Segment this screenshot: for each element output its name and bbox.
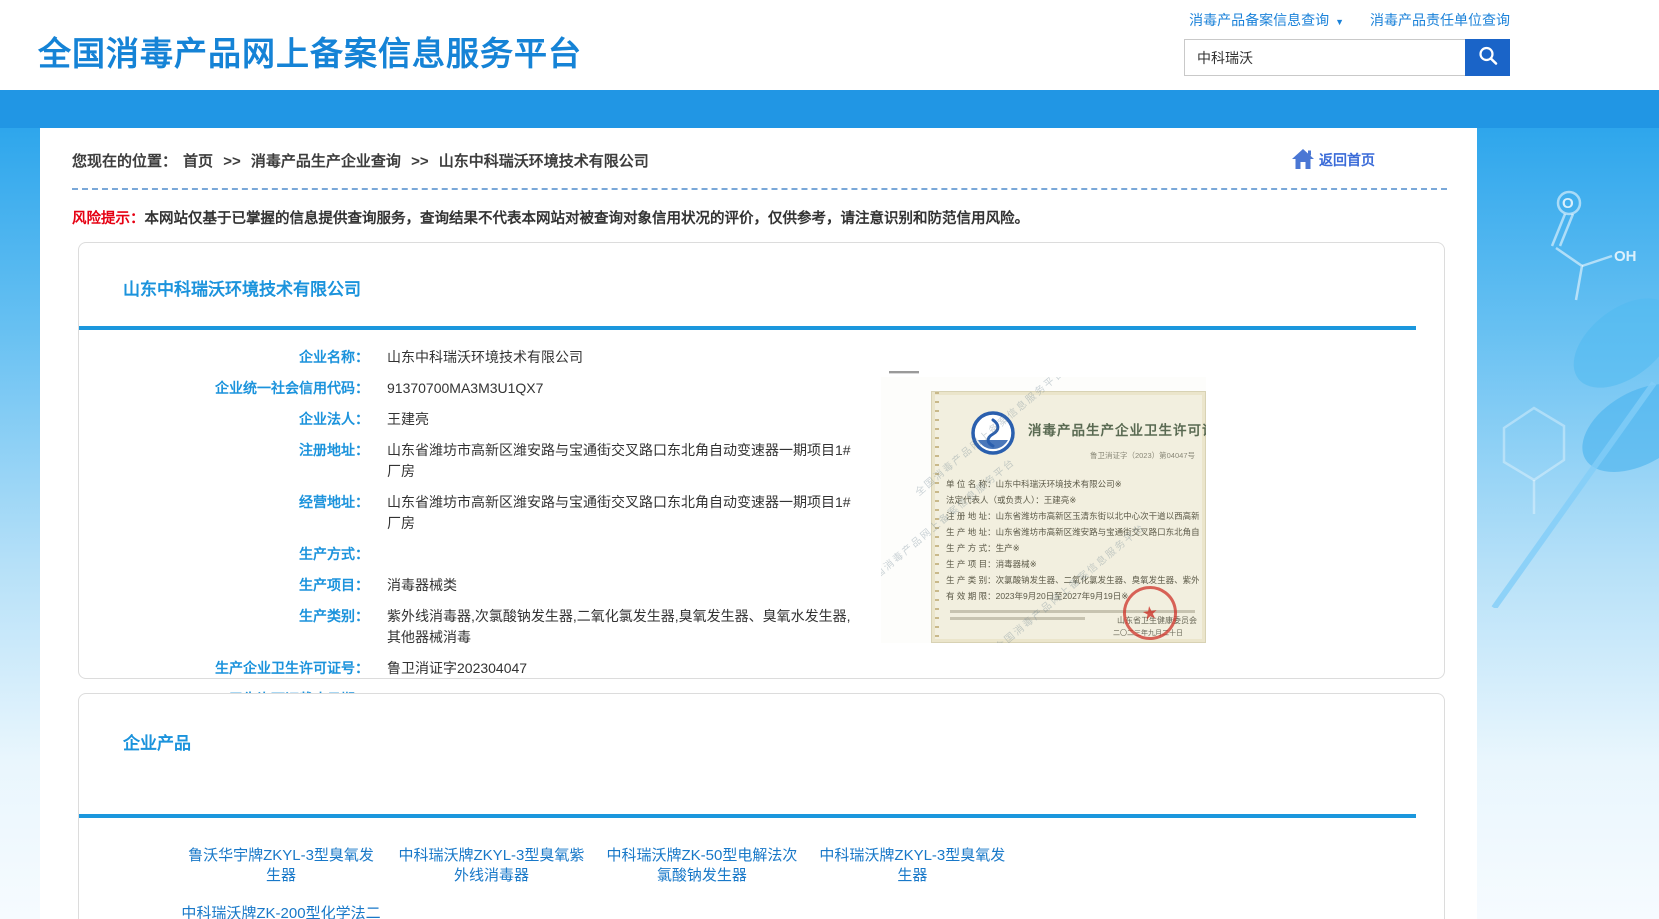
search-box: [1184, 39, 1510, 76]
certificate-row: 注 册 地 址：山东省潍坊市高新区玉清东街以北中心次干道以西高新大厦902科研楼…: [946, 508, 1199, 524]
nav-link-responsible-unit-query-label: 消毒产品责任单位查询: [1370, 12, 1510, 28]
field-label: 生产类别：: [79, 606, 369, 648]
nav-link-record-info-query[interactable]: 消毒产品备案信息查询 ▼: [1189, 10, 1344, 30]
product-link[interactable]: 中科瑞沃牌ZKYL-3型臭氧发生器: [812, 846, 1012, 886]
page-background: O OH 您现在的位置： 首页 >> 消毒产品生产企业查询 >> 山东中科瑞沃环境…: [0, 128, 1659, 919]
product-link[interactable]: 中科瑞沃牌ZK-50型电解法次氯酸钠发生器: [602, 846, 802, 886]
field-label: 企业统一社会信用代码：: [79, 378, 369, 399]
certificate-number: 鲁卫消证字（2023）第04047号: [1090, 450, 1195, 461]
breadcrumb-row: 您现在的位置： 首页 >> 消毒产品生产企业查询 >> 山东中科瑞沃环境技术有限公…: [72, 140, 1447, 180]
field-value: [369, 544, 387, 565]
home-icon: [1291, 149, 1315, 172]
company-fields: 企业名称： 山东中科瑞沃环境技术有限公司 企业统一社会信用代码： 9137070…: [79, 330, 1444, 710]
field-label: 企业法人：: [79, 409, 369, 430]
field-value: 消毒器械类: [369, 575, 457, 596]
breadcrumb-home[interactable]: 首页: [183, 153, 213, 170]
risk-notice-label: 风险提示：: [72, 211, 145, 227]
breadcrumb-enterprise-query[interactable]: 消毒产品生产企业查询: [251, 153, 401, 170]
breadcrumb-prefix: 您现在的位置：: [72, 153, 177, 170]
field-label: 生产企业卫生许可证号：: [79, 658, 369, 679]
field-label: 注册地址：: [79, 440, 369, 482]
field-value: 山东省潍坊市高新区潍安路与宝通街交叉路口东北角自动变速器一期项目1#厂房: [369, 492, 854, 534]
field-row: 注册地址： 山东省潍坊市高新区潍安路与宝通街交叉路口东北角自动变速器一期项目1#…: [79, 440, 1444, 482]
back-home-link[interactable]: 返回首页: [1291, 149, 1375, 172]
field-value: 山东省潍坊市高新区潍安路与宝通街交叉路口东北角自动变速器一期项目1#厂房: [369, 440, 854, 482]
certificate-paper: 消毒产品生产企业卫生许可证 鲁卫消证字（2023）第04047号 单 位 名 称…: [931, 391, 1206, 643]
top-nav: 消毒产品备案信息查询 ▼ 消毒产品责任单位查询: [1184, 10, 1510, 30]
background-molecule-art: O OH: [1464, 128, 1659, 608]
field-row: 企业名称： 山东中科瑞沃环境技术有限公司: [79, 347, 1444, 368]
chevron-down-icon: ▼: [1335, 17, 1344, 27]
breadcrumb-separator: >>: [411, 153, 429, 170]
field-row: 企业统一社会信用代码： 91370700MA3M3U1QX7: [79, 378, 1444, 399]
field-row: 生产类别： 紫外线消毒器,次氯酸钠发生器,二氧化氯发生器,臭氧发生器、臭氧水发生…: [79, 606, 1444, 648]
certificate-row: 法定代表人（或负责人）：王建亮※: [946, 492, 1199, 508]
breadcrumb-separator: >>: [223, 153, 241, 170]
company-info-card: 山东中科瑞沃环境技术有限公司 企业名称： 山东中科瑞沃环境技术有限公司 企业统一…: [78, 242, 1445, 679]
product-link[interactable]: 中科瑞沃牌ZKYL-3型臭氧紫外线消毒器: [391, 846, 591, 886]
site-title: 全国消毒产品网上备案信息服务平台: [38, 27, 582, 75]
header-band: [0, 90, 1659, 128]
search-button[interactable]: [1465, 39, 1510, 76]
field-value: 91370700MA3M3U1QX7: [369, 378, 543, 399]
products-card-title: 企业产品: [79, 694, 1444, 754]
product-link[interactable]: 中科瑞沃牌ZK-200型化学法二氧化氯发生器: [181, 904, 381, 919]
back-home-label: 返回首页: [1319, 150, 1375, 170]
field-value: 王建亮: [369, 409, 429, 430]
field-label: 生产项目：: [79, 575, 369, 596]
search-input[interactable]: [1184, 39, 1465, 76]
company-card-title: 山东中科瑞沃环境技术有限公司: [79, 243, 1444, 300]
field-label: 生产方式：: [79, 544, 369, 565]
page-header: 全国消毒产品网上备案信息服务平台 消毒产品备案信息查询 ▼ 消毒产品责任单位查询: [0, 0, 1659, 90]
field-label: 企业名称：: [79, 347, 369, 368]
field-value: 山东中科瑞沃环境技术有限公司: [369, 347, 583, 368]
field-row: 生产企业卫生许可证号： 鲁卫消证字202304047: [79, 658, 1444, 679]
nav-link-record-info-query-label: 消毒产品备案信息查询: [1189, 12, 1329, 28]
field-value: 紫外线消毒器,次氯酸钠发生器,二氧化氯发生器,臭氧发生器、臭氧水发生器,其他器械…: [369, 606, 854, 648]
risk-notice-text: 本网站仅基于已掌握的信息提供查询服务，查询结果不代表本网站对被查询对象信用状况的…: [145, 211, 1030, 227]
breadcrumb: 您现在的位置： 首页 >> 消毒产品生产企业查询 >> 山东中科瑞沃环境技术有限公…: [72, 150, 655, 171]
field-row: 经营地址： 山东省潍坊市高新区潍安路与宝通街交叉路口东北角自动变速器一期项目1#…: [79, 492, 1444, 534]
certificate-row: 生 产 方 式：生产※: [946, 540, 1199, 556]
field-label: 经营地址：: [79, 492, 369, 534]
search-icon: [1477, 45, 1499, 70]
field-row: 企业法人： 王建亮: [79, 409, 1444, 430]
molecule-label-o: O: [1562, 195, 1574, 212]
company-products-card: 企业产品 鲁沃华宇牌ZKYL-3型臭氧发生器 中科瑞沃牌ZKYL-3型臭氧紫外线…: [78, 693, 1445, 919]
content-panel: 您现在的位置： 首页 >> 消毒产品生产企业查询 >> 山东中科瑞沃环境技术有限公…: [40, 128, 1477, 919]
molecule-label-oh: OH: [1614, 248, 1637, 265]
product-list: 鲁沃华宇牌ZKYL-3型臭氧发生器 中科瑞沃牌ZKYL-3型臭氧紫外线消毒器 中…: [79, 818, 1019, 919]
product-link[interactable]: 鲁沃华宇牌ZKYL-3型臭氧发生器: [181, 846, 381, 886]
risk-notice: 风险提示：本网站仅基于已掌握的信息提供查询服务，查询结果不代表本网站对被查询对象…: [72, 207, 1447, 228]
nav-link-responsible-unit-query[interactable]: 消毒产品责任单位查询: [1370, 10, 1510, 30]
license-certificate-image[interactable]: 消毒产品生产企业卫生许可证 鲁卫消证字（2023）第04047号 单 位 名 称…: [881, 377, 1206, 643]
breadcrumb-current-company: 山东中科瑞沃环境技术有限公司: [439, 153, 649, 170]
certificate-row: 生 产 项 目：消毒器械※: [946, 556, 1199, 572]
field-row: 生产方式：: [79, 544, 1444, 565]
header-right: 消毒产品备案信息查询 ▼ 消毒产品责任单位查询: [1184, 10, 1510, 76]
certificate-title: 消毒产品生产企业卫生许可证: [1028, 419, 1206, 439]
certificate-row: 生 产 地 址：山东省潍坊市高新区潍安路与宝通街交叉路口东北角自动变速器一期项目…: [946, 524, 1199, 540]
leaf-shape: [1494, 280, 1659, 608]
dashed-divider: [72, 188, 1447, 190]
collapsed-image-dash: [889, 371, 919, 373]
field-row: 生产项目： 消毒器械类: [79, 575, 1444, 596]
field-value: 鲁卫消证字202304047: [369, 658, 527, 679]
